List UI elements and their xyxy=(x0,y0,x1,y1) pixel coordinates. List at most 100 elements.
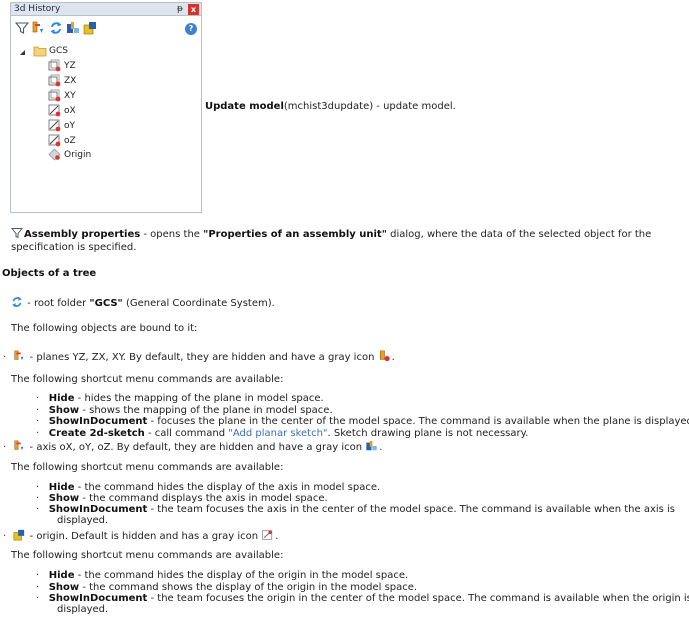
origin-cmd-cont: displayed. xyxy=(57,604,109,615)
axis-icon[interactable] xyxy=(66,21,80,35)
tree-item-gcs[interactable]: GCS xyxy=(49,45,68,57)
panel-titlebar: 3d History ᵽ x xyxy=(11,3,201,16)
origin-icon[interactable] xyxy=(83,21,97,35)
planes-cmd-create-sketch: · Create 2d-sketch - call command "Add p… xyxy=(36,428,528,440)
update-model-command: (mchist3dupdate) xyxy=(283,101,374,112)
cmd-desc: - the command shows the display of the o… xyxy=(79,582,418,593)
bullet: · xyxy=(36,428,40,439)
origin-cmd-hide: · Hide - the command hides the display o… xyxy=(36,570,408,582)
cmd-name: Hide xyxy=(48,570,75,581)
axis-cmd-cont: displayed. xyxy=(57,515,109,526)
cmd-desc: - shows the mapping of the plane in mode… xyxy=(79,405,333,416)
axis-ox-icon xyxy=(48,104,61,117)
axis-cmd-showindocument: · ShowInDocument - the team focuses the … xyxy=(36,504,675,516)
collapse-triangle-icon[interactable] xyxy=(19,49,26,56)
assembly-properties-icon[interactable] xyxy=(15,21,29,35)
tree-item-oy[interactable]: oY xyxy=(64,120,75,132)
update-model-desc: - update model. xyxy=(373,101,456,112)
planes-menu-intro: The following shortcut menu commands are… xyxy=(11,374,284,385)
origin-text: - origin. Default is hidden and has a gr… xyxy=(26,531,259,542)
planes-line: · - planes YZ, ZX, XY. By default, they … xyxy=(3,350,395,364)
cmd-name: ShowInDocument xyxy=(48,504,148,515)
assembly-line-1: Assembly properties - opens the "Propert… xyxy=(11,227,651,241)
bullet: · xyxy=(36,504,40,515)
close-icon[interactable]: x xyxy=(188,4,199,15)
plane-icon[interactable] xyxy=(31,21,45,35)
cmd-name: Hide xyxy=(48,482,75,493)
tree-item-origin[interactable]: Origin xyxy=(64,149,91,161)
root-folder-pre: - root folder xyxy=(24,298,90,309)
refresh-icon[interactable] xyxy=(49,21,63,35)
axis-gray-icon xyxy=(366,440,377,451)
tree-item-oz[interactable]: oZ xyxy=(64,135,76,147)
plane-zx-icon xyxy=(48,74,61,87)
assembly-text1: - opens the xyxy=(140,229,204,240)
plane-gray-icon xyxy=(379,350,390,362)
root-folder-name: "GCS" xyxy=(89,298,123,309)
cmd-desc2: . Sketch drawing plane is not necessary. xyxy=(327,428,529,439)
cmd-name: Show xyxy=(48,493,80,504)
axis-oy-icon xyxy=(48,119,61,132)
origin-gray-icon xyxy=(262,530,273,540)
assembly-line-2: specification is specified. xyxy=(11,242,137,253)
bullet: · xyxy=(36,493,40,504)
axis-text: - axis oX, oY, oZ. By default, they are … xyxy=(26,442,363,453)
cmd-name: Show xyxy=(48,582,80,593)
plane-icon xyxy=(14,350,24,361)
bullet: · xyxy=(36,405,40,416)
panel-title: 3d History xyxy=(14,4,61,14)
cmd-name: ShowInDocument xyxy=(48,593,148,604)
tree-item-xy[interactable]: XY xyxy=(64,90,76,102)
cmd-name: Hide xyxy=(48,393,75,404)
origin-cmd-showindocument: · ShowInDocument - the team focuses the … xyxy=(36,593,689,605)
history-panel: 3d History ᵽ x ? GCS YZ ZX XY oX oY oZ O… xyxy=(10,2,202,213)
cmd-desc: - the team focuses the axis in the cente… xyxy=(147,504,676,515)
bullet: · xyxy=(3,352,7,363)
axis-end: . xyxy=(379,442,383,453)
bullet: · xyxy=(36,416,40,427)
cmd-name: ShowInDocument xyxy=(48,416,148,427)
cmd-name: Create 2d-sketch xyxy=(48,428,145,439)
plane-xy-icon xyxy=(48,89,61,102)
cmd-desc: - the command hides the display of the a… xyxy=(74,482,381,493)
axis-line: · - axis oX, oY, oZ. By default, they ar… xyxy=(3,440,382,454)
assembly-text2: dialog, where the data of the selected o… xyxy=(386,229,652,240)
cmd-desc: - the command displays the axis in model… xyxy=(79,493,328,504)
tree-item-ox[interactable]: oX xyxy=(64,105,76,117)
assembly-dialog: "Properties of an assembly unit" xyxy=(203,229,387,240)
axis-icon xyxy=(14,440,24,451)
bullet: · xyxy=(36,482,40,493)
origin-line: · - origin. Default is hidden and has a … xyxy=(3,529,278,543)
origin-point-icon xyxy=(48,148,61,161)
bound-text: The following objects are bound to it: xyxy=(11,323,198,334)
bullet: · xyxy=(36,593,40,604)
bullet: · xyxy=(3,442,7,453)
cmd-desc: - call command xyxy=(144,428,229,439)
pin-icon[interactable]: ᵽ xyxy=(177,4,183,15)
cmd-desc: - hides the mapping of the plane in mode… xyxy=(74,393,324,404)
update-model-name: Update model xyxy=(205,101,284,112)
origin-end: . xyxy=(275,531,279,542)
root-folder-line: - root folder "GCS" (General Coordinate … xyxy=(11,296,275,310)
assembly-name: Assembly properties xyxy=(24,229,141,240)
bullet: · xyxy=(3,531,7,542)
cmd-desc: - the team focuses the origin in the cen… xyxy=(147,593,689,604)
origin-icon xyxy=(13,529,25,541)
planes-cmd-hide: · Hide - hides the mapping of the plane … xyxy=(36,393,324,405)
tree-item-yz[interactable]: YZ xyxy=(64,60,76,72)
axis-oz-icon xyxy=(48,134,61,147)
bullet: · xyxy=(36,582,40,593)
funnel-icon xyxy=(11,228,23,239)
refresh-icon xyxy=(12,296,22,308)
planes-end: . xyxy=(391,352,395,363)
help-icon[interactable]: ? xyxy=(185,23,197,35)
cmd-desc: - the command hides the display of the o… xyxy=(74,570,409,581)
bullet: · xyxy=(36,393,40,404)
bullet: · xyxy=(36,570,40,581)
add-planar-sketch-link[interactable]: "Add planar sketch" xyxy=(228,428,327,439)
tree-item-zx[interactable]: ZX xyxy=(64,75,76,87)
update-model-line: Update model(mchist3dupdate) - update mo… xyxy=(205,101,456,113)
plane-yz-icon xyxy=(48,59,61,72)
root-folder-post: (General Coordinate System). xyxy=(122,298,275,309)
cmd-desc: - focuses the plane in the center of the… xyxy=(147,416,689,427)
